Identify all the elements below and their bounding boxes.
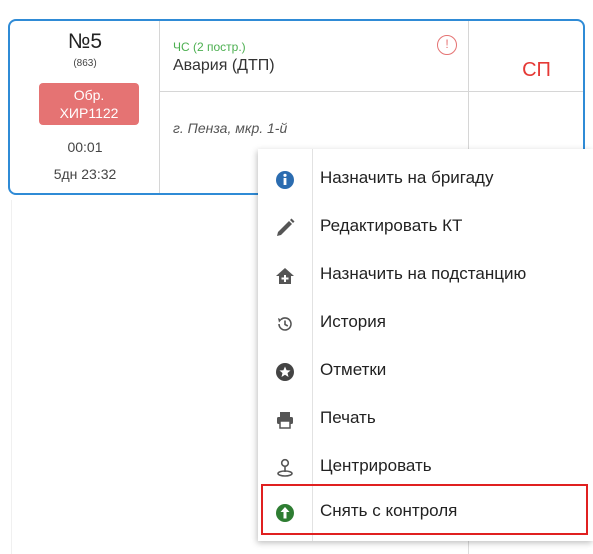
card-divider: [159, 91, 583, 92]
star-circle-icon: [274, 361, 296, 383]
pencil-icon: [274, 217, 296, 239]
menu-item-print[interactable]: Печать: [258, 395, 593, 443]
menu-item-label: Редактировать КТ: [320, 216, 463, 235]
history-icon: [274, 313, 296, 335]
menu-item-label: Отметки: [320, 360, 387, 379]
menu-item-edit-kt[interactable]: Редактировать КТ: [258, 203, 593, 251]
call-category: ЧС (2 постр.): [173, 40, 246, 54]
printer-icon: [274, 409, 296, 431]
badge-text: Обр. ХИР1122: [59, 87, 119, 121]
menu-item-label: Назначить на бригаду: [320, 168, 494, 187]
menu-item-label: Назначить на подстанцию: [320, 264, 527, 283]
menu-item-label: Центрировать: [320, 456, 432, 475]
total-time: 5дн 23:32: [53, 166, 117, 182]
map-pin-person-icon: [274, 457, 296, 479]
menu-item-assign-substation[interactable]: Назначить на подстанцию: [258, 251, 593, 299]
context-menu: Назначить на бригаду Редактировать КТ На…: [258, 149, 593, 541]
status-badge: Обр. ХИР1122: [39, 83, 139, 125]
call-sub-id: (863): [73, 58, 97, 69]
menu-item-label: История: [320, 312, 386, 331]
status-code: СП: [522, 59, 551, 81]
menu-item-label: Печать: [320, 408, 376, 427]
card-divider: [468, 21, 469, 151]
info-circle-icon: [274, 169, 296, 191]
menu-item-assign-brigade[interactable]: Назначить на бригаду: [258, 155, 593, 203]
elapsed-time: 00:01: [67, 139, 103, 155]
alert-circle-icon[interactable]: !: [437, 35, 457, 55]
call-number: №5: [67, 30, 103, 53]
menu-item-history[interactable]: История: [258, 299, 593, 347]
home-plus-icon: [274, 265, 296, 287]
menu-item-marks[interactable]: Отметки: [258, 347, 593, 395]
highlight-frame: [261, 484, 588, 535]
background-divider: [11, 200, 12, 554]
call-title: Авария (ДТП): [173, 57, 275, 74]
call-address: г. Пенза, мкр. 1-й: [173, 120, 288, 136]
